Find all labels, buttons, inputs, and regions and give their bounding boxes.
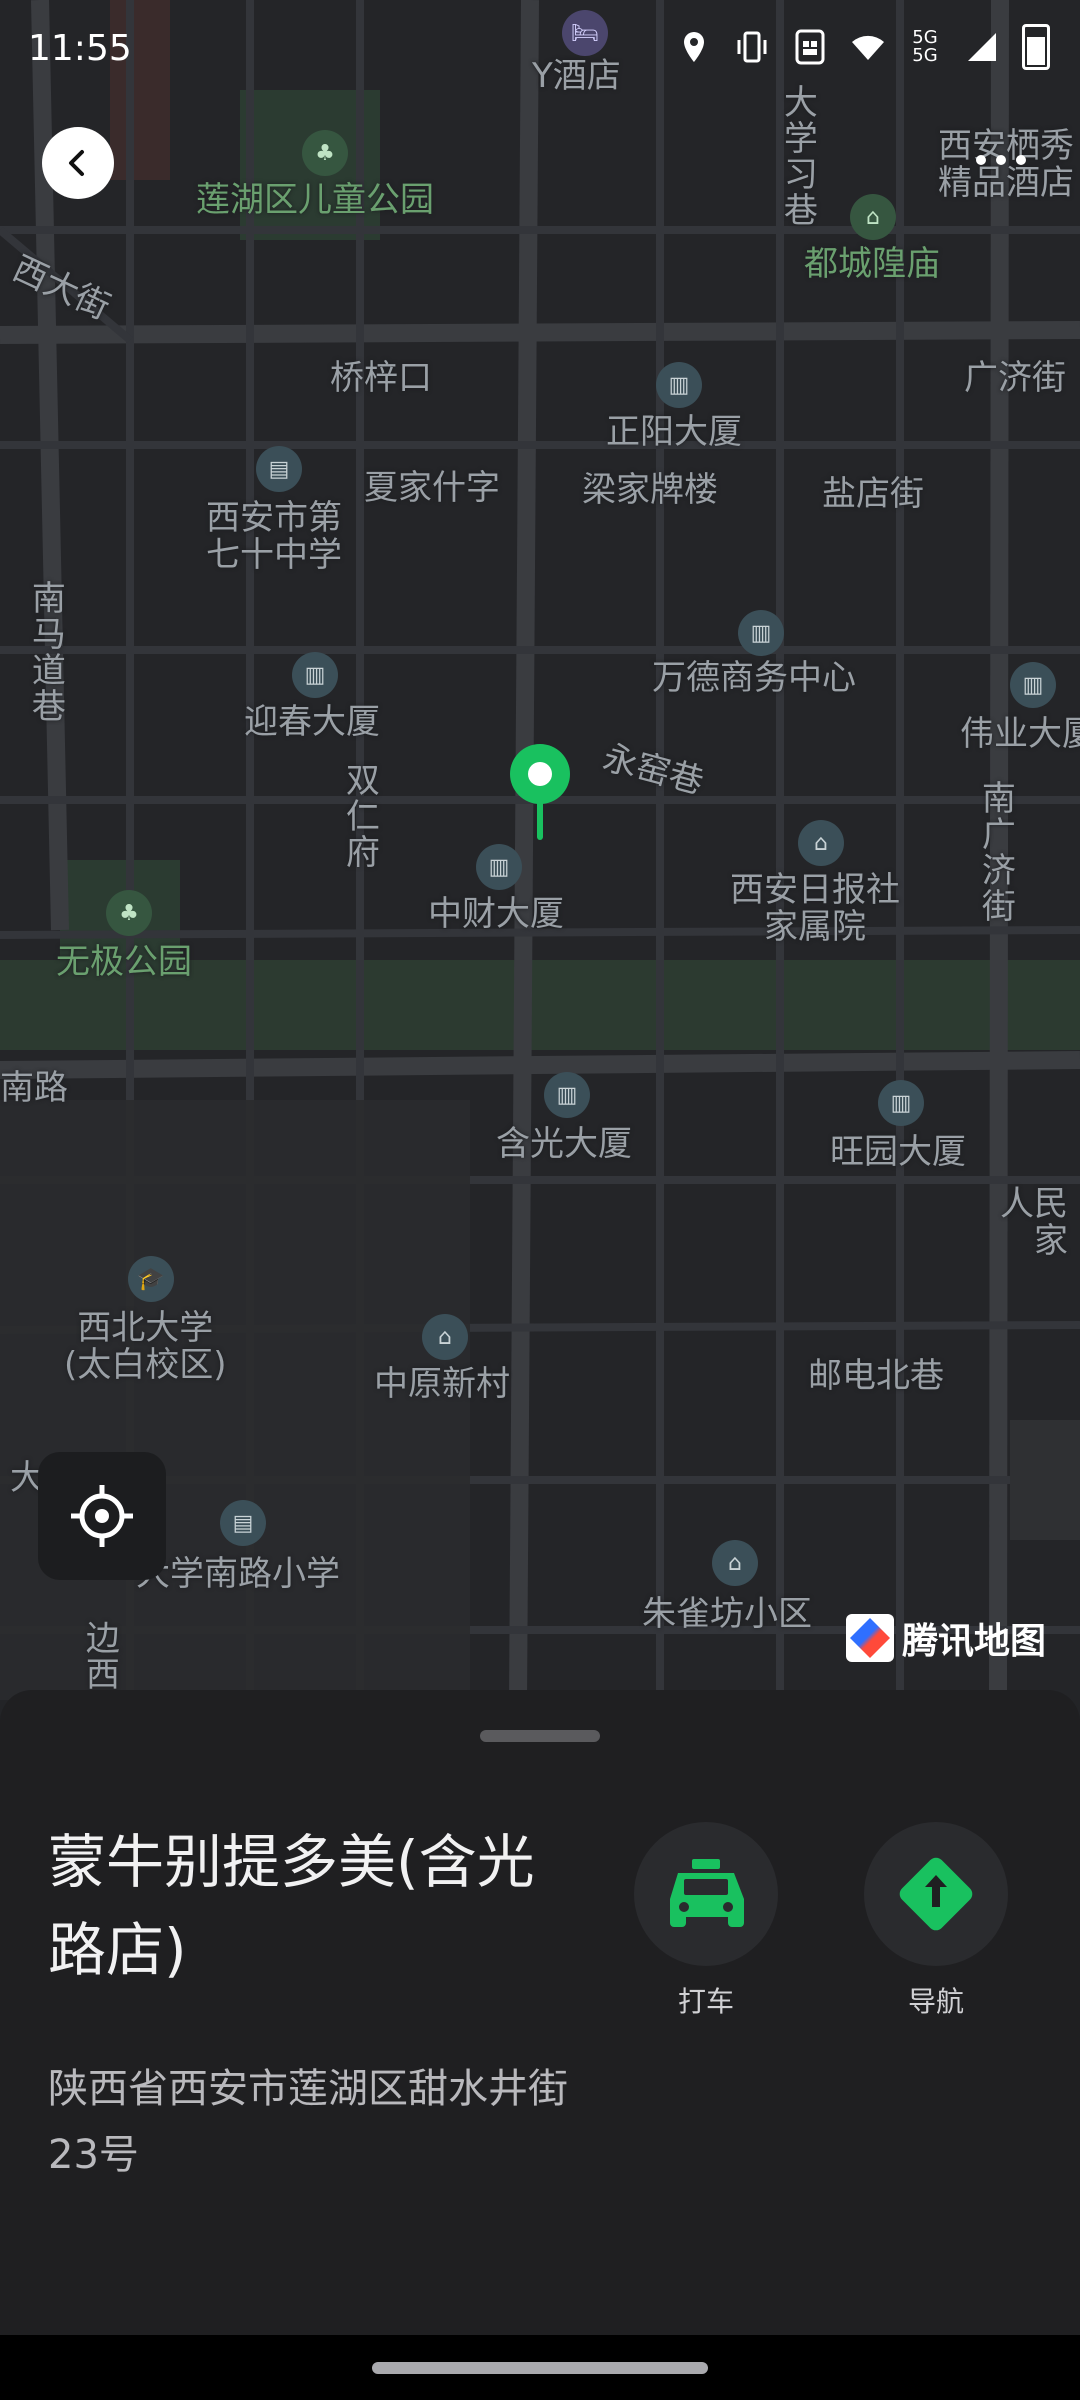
park-icon[interactable]: ♣ — [302, 130, 348, 176]
more-dot-icon — [976, 155, 986, 165]
taxi-button[interactable]: 打车 — [631, 1822, 781, 2020]
sheet-drag-handle[interactable] — [480, 1730, 600, 1742]
map-label-wangyuan: 旺园大厦 — [830, 1132, 966, 1172]
back-button[interactable] — [42, 127, 114, 199]
map-label-bianxi: 边西 — [79, 1620, 120, 1692]
map-view[interactable]: Y酒店 🛏 莲湖区儿童公园 ♣ 都城隍庙 ⌂ 大学习巷 西安栖秀 精品酒店 西大… — [0, 0, 1080, 1700]
status-bar: 11:55 5G 5G — [0, 0, 1080, 100]
location-icon — [676, 27, 712, 67]
map-label-xibei-univ: 西北大学 (太白校区) — [64, 1308, 227, 1386]
map-label-wande: 万德商务中心 — [652, 658, 856, 698]
taxi-label: 打车 — [677, 1985, 734, 2018]
map-label-daxuenanlu: 大学南路小学 — [136, 1554, 340, 1594]
building-icon[interactable]: ▥ — [738, 610, 784, 656]
tencent-map-logo-icon — [846, 1614, 894, 1662]
place-detail-sheet[interactable]: 蒙牛别提多美(含光路店) 陕西省西安市莲湖区甜水井街23号 打车 导航 — [0, 1690, 1080, 2335]
place-address: 陕西省西安市莲湖区甜水井街23号 — [48, 2066, 568, 2178]
map-label-zhongyuan: 中原新村 — [374, 1364, 510, 1404]
map-label-hanguang: 含光大厦 — [496, 1124, 632, 1164]
residence-icon[interactable]: ⌂ — [798, 820, 844, 866]
navigation-label: 导航 — [907, 1985, 964, 2018]
building-icon[interactable]: ▥ — [292, 652, 338, 698]
map-label-yandianjie: 盐店街 — [822, 474, 924, 514]
navigation-icon — [899, 1857, 973, 1931]
logo-text: 腾讯地图 — [902, 1621, 1047, 1662]
school-icon[interactable]: ▤ — [256, 446, 302, 492]
map-label-lianhu-park: 莲湖区儿童公园 — [196, 180, 434, 220]
building-icon[interactable]: ▥ — [878, 1080, 924, 1126]
home-indicator[interactable] — [372, 2362, 708, 2374]
map-label-nanlu: 南路 — [0, 1068, 68, 1108]
map-label-daxuexixiang: 大学习巷 — [777, 84, 818, 228]
wifi-icon — [850, 27, 886, 67]
map-label-guangjijie: 广济街 — [964, 358, 1066, 398]
battery-icon — [1022, 24, 1050, 70]
map-label-nanguangji: 南广济街 — [975, 780, 1016, 924]
5g-signal-icon: 5G 5G — [912, 27, 938, 66]
map-label-nanmadao: 南马道巷 — [25, 580, 66, 724]
more-dot-icon — [996, 155, 1006, 165]
taxi-circle[interactable] — [634, 1822, 778, 1966]
map-label-zhuquefang: 朱雀坊小区 — [642, 1594, 812, 1634]
building-icon[interactable]: ▥ — [1010, 662, 1056, 708]
map-label-liangjiapailou: 梁家牌楼 — [582, 470, 718, 510]
map-label-zhongcai: 中财大厦 — [428, 894, 564, 934]
building-icon[interactable]: ▥ — [476, 844, 522, 890]
tencent-map-logo: 腾讯地图 — [846, 1612, 1046, 1664]
map-label-school70: 西安市第 七十中学 — [206, 498, 342, 576]
sim-icon — [792, 27, 828, 67]
building-icon[interactable]: ▥ — [544, 1072, 590, 1118]
navigation-button[interactable]: 导航 — [861, 1822, 1011, 2020]
map-label-zhengyang: 正阳大厦 — [606, 412, 742, 452]
more-dot-icon — [1016, 155, 1026, 165]
university-icon[interactable]: 🎓 — [128, 1256, 174, 1302]
map-label-shuangrenfu: 双仁府 — [339, 762, 380, 870]
school-icon[interactable]: ▤ — [220, 1500, 266, 1546]
signal-icon — [964, 27, 1000, 67]
navigation-circle[interactable] — [864, 1822, 1008, 1966]
taxi-icon — [670, 1859, 744, 1927]
location-pin-icon[interactable] — [508, 742, 572, 842]
place-title: 蒙牛别提多美(含光路店) — [48, 1828, 535, 1984]
park-icon[interactable]: ♣ — [106, 890, 152, 936]
map-label-qiaozikou: 桥梓口 — [330, 358, 432, 398]
map-label-weiye: 伟业大厦 — [960, 714, 1080, 754]
locate-me-button[interactable] — [38, 1452, 166, 1580]
map-label-ribaoshe: 西安日报社 家属院 — [730, 870, 900, 948]
chevron-left-icon — [69, 150, 84, 176]
residence-icon[interactable]: ⌂ — [712, 1540, 758, 1586]
residence-icon[interactable]: ⌂ — [422, 1314, 468, 1360]
crosshair-icon — [71, 1485, 133, 1547]
status-time: 11:55 — [28, 28, 132, 69]
temple-icon[interactable]: ⌂ — [850, 194, 896, 240]
map-label-renmin: 人民 家 — [1000, 1184, 1068, 1262]
vibrate-icon — [734, 27, 770, 67]
map-label-yingchun: 迎春大厦 — [244, 702, 380, 742]
map-label-youdian: 邮电北巷 — [808, 1356, 944, 1396]
building-icon[interactable]: ▥ — [656, 362, 702, 408]
map-label-chenghuang: 都城隍庙 — [804, 244, 940, 284]
more-button[interactable] — [966, 140, 1036, 180]
map-label-wuji-park: 无极公园 — [56, 942, 192, 982]
map-label-xiajiashizi: 夏家什字 — [364, 468, 500, 508]
